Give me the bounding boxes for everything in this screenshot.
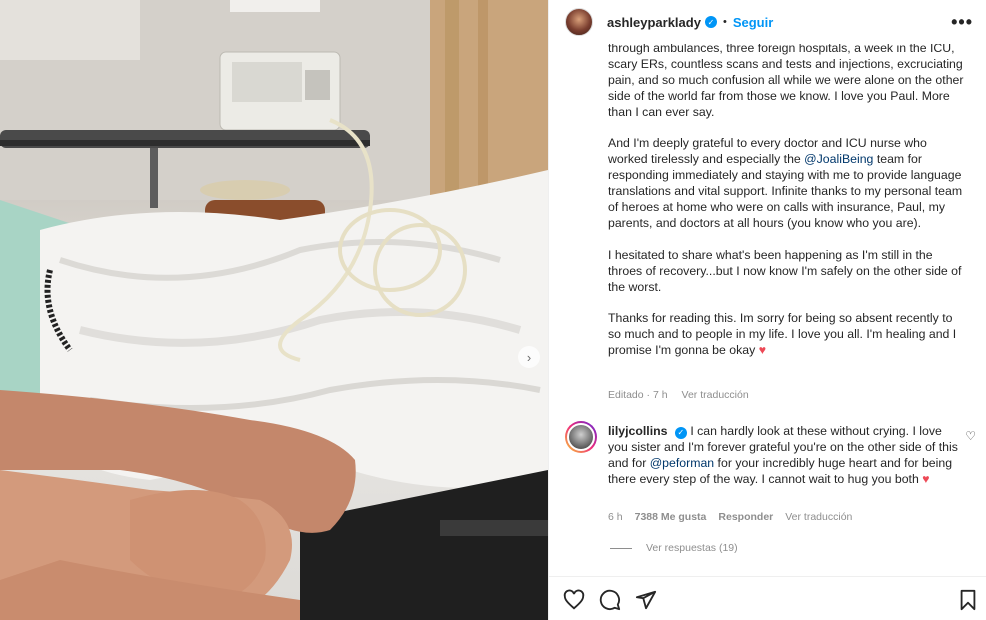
see-translation-link[interactable]: Ver traducción — [785, 511, 852, 523]
next-image-button[interactable]: › — [518, 346, 540, 368]
edited-timestamp: Editado · 7 h — [608, 389, 668, 401]
chevron-right-icon: › — [526, 349, 532, 365]
post-author-username[interactable]: ashleyparklady — [607, 15, 701, 30]
post-header: ashleyparklady ✓ • Seguir ••• — [549, 0, 986, 44]
caption-paragraph: through ambulances, three foreign hospit… — [608, 41, 964, 119]
verified-badge-icon: ✓ — [704, 16, 717, 28]
share-send-icon[interactable] — [635, 589, 657, 611]
mention-link[interactable]: @JoaliBeing — [804, 152, 873, 166]
post-caption: through ambulances, three foreign hospit… — [608, 41, 964, 359]
heart-emoji-icon: ♥ — [758, 343, 766, 358]
comment-bubble-icon[interactable] — [599, 589, 621, 611]
hospital-photo-illustration — [0, 0, 548, 620]
follow-button[interactable]: Seguir — [733, 15, 773, 30]
caption-paragraph: And I'm deeply grateful to every doctor … — [608, 136, 964, 231]
like-heart-icon[interactable] — [563, 589, 585, 611]
post-meta: Editado · 7 h Ver traducción — [608, 389, 749, 401]
comment-timestamp: 6 h — [608, 511, 623, 523]
post-details-panel: ashleyparklady ✓ • Seguir ••• through am… — [548, 0, 986, 620]
post-photo: › — [0, 0, 548, 620]
comment-like-icon[interactable]: ♡ — [965, 429, 976, 443]
comment-likes-count[interactable]: 7388 Me gusta — [635, 511, 707, 523]
comment-meta: 6 h 7388 Me gusta Responder Ver traducci… — [608, 511, 852, 523]
heart-emoji-icon: ♥ — [922, 471, 930, 486]
view-replies-label: Ver respuestas (19) — [646, 542, 738, 554]
replies-divider — [610, 547, 632, 549]
post-actions-bar — [549, 576, 986, 620]
verified-badge-icon: ✓ — [674, 426, 687, 439]
save-bookmark-icon[interactable] — [957, 589, 979, 611]
comment-avatar[interactable] — [565, 421, 597, 453]
caption-paragraph: I hesitated to share what's been happeni… — [608, 247, 962, 294]
reply-button[interactable]: Responder — [718, 511, 773, 523]
caption-paragraph: Thanks for reading this. Im sorry for be… — [608, 311, 964, 359]
comment-author-username[interactable]: lilyjcollins — [608, 424, 667, 438]
caption-text: Thanks for reading this. Im sorry for be… — [608, 311, 957, 358]
mention-link[interactable]: @peforman — [650, 456, 714, 470]
view-replies-button[interactable]: Ver respuestas (19) — [610, 542, 738, 554]
avatar[interactable] — [565, 8, 593, 36]
comment: lilyjcollins ✓ I can hardly look at thes… — [608, 424, 960, 488]
see-translation-link[interactable]: Ver traducción — [682, 389, 749, 401]
more-options-icon[interactable]: ••• — [951, 12, 973, 33]
separator-dot: • — [722, 16, 727, 28]
